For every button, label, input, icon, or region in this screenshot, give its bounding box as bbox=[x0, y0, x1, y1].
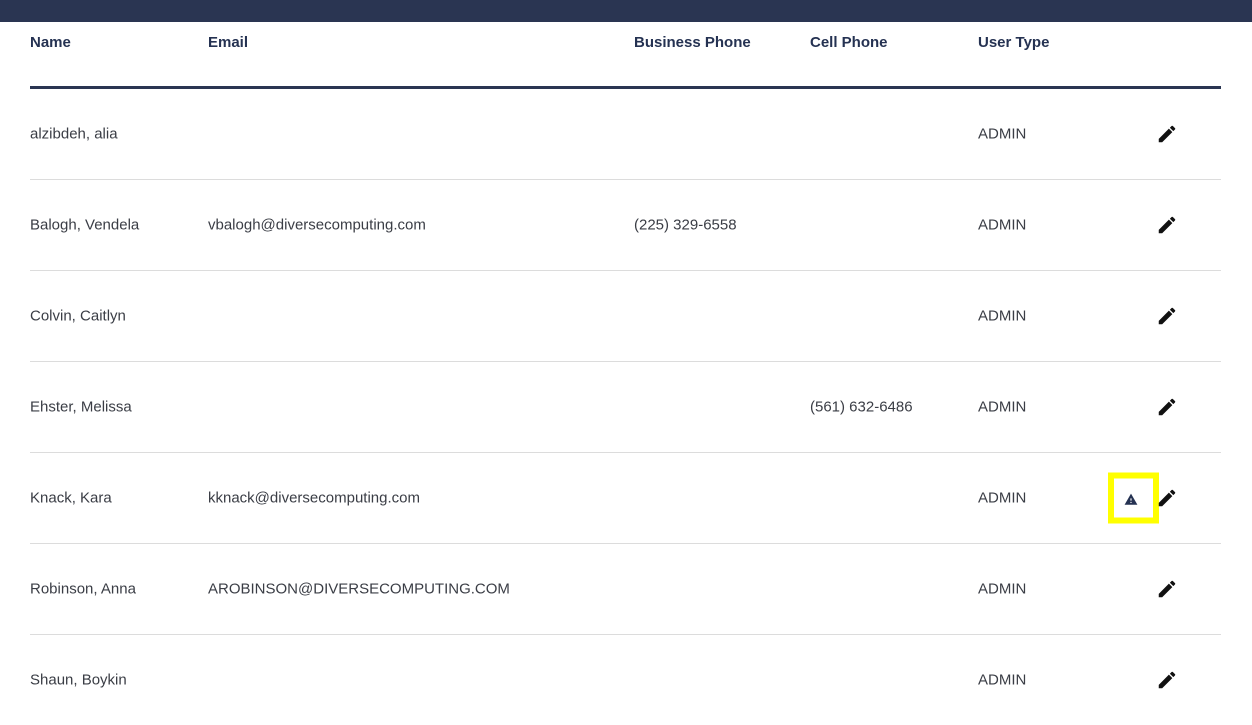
user-type: ADMIN bbox=[978, 307, 1027, 325]
table-row: Knack, Kara kknack@diversecomputing.com … bbox=[30, 453, 1221, 544]
column-header-user-type[interactable]: User Type bbox=[978, 34, 1049, 51]
user-type: ADMIN bbox=[978, 489, 1027, 507]
user-type: ADMIN bbox=[978, 398, 1027, 416]
top-navigation-bar bbox=[0, 0, 1252, 22]
table-header: Name Email Business Phone Cell Phone Use… bbox=[30, 22, 1221, 89]
user-business-phone: (225) 329-6558 bbox=[634, 216, 737, 234]
user-name: Shaun, Boykin bbox=[30, 671, 127, 689]
user-type: ADMIN bbox=[978, 216, 1027, 234]
user-type: ADMIN bbox=[978, 671, 1027, 689]
pencil-icon[interactable] bbox=[1156, 669, 1178, 691]
pencil-icon[interactable] bbox=[1156, 214, 1178, 236]
table-row: Colvin, Caitlyn ADMIN bbox=[30, 271, 1221, 362]
pencil-icon[interactable] bbox=[1156, 396, 1178, 418]
user-name: alzibdeh, alia bbox=[30, 125, 118, 143]
table-row: Balogh, Vendela vbalogh@diversecomputing… bbox=[30, 180, 1221, 271]
user-email: kknack@diversecomputing.com bbox=[208, 489, 420, 507]
column-header-cell-phone[interactable]: Cell Phone bbox=[810, 34, 888, 51]
pencil-icon[interactable] bbox=[1156, 305, 1178, 327]
users-table: Name Email Business Phone Cell Phone Use… bbox=[30, 22, 1221, 725]
user-name: Balogh, Vendela bbox=[30, 216, 140, 234]
warning-highlight-box[interactable] bbox=[1108, 472, 1159, 524]
pencil-icon[interactable] bbox=[1156, 123, 1178, 145]
column-header-email[interactable]: Email bbox=[208, 34, 248, 51]
table-row: Ehster, Melissa (561) 632-6486 ADMIN bbox=[30, 362, 1221, 453]
table-body: alzibdeh, alia ADMIN Balogh, Vendela vba… bbox=[30, 89, 1221, 725]
table-row: Robinson, Anna AROBINSON@DIVERSECOMPUTIN… bbox=[30, 544, 1221, 635]
warning-triangle-icon bbox=[1124, 493, 1137, 505]
user-name: Ehster, Melissa bbox=[30, 398, 132, 416]
pencil-icon[interactable] bbox=[1156, 578, 1178, 600]
user-email: AROBINSON@DIVERSECOMPUTING.COM bbox=[208, 580, 510, 598]
pencil-icon[interactable] bbox=[1156, 487, 1178, 509]
user-name: Colvin, Caitlyn bbox=[30, 307, 126, 325]
table-row: alzibdeh, alia ADMIN bbox=[30, 89, 1221, 180]
user-email: vbalogh@diversecomputing.com bbox=[208, 216, 426, 234]
column-header-name[interactable]: Name bbox=[30, 34, 71, 51]
table-row: Shaun, Boykin ADMIN bbox=[30, 635, 1221, 725]
user-type: ADMIN bbox=[978, 580, 1027, 598]
user-cell-phone: (561) 632-6486 bbox=[810, 398, 913, 416]
column-header-business-phone[interactable]: Business Phone bbox=[634, 34, 751, 51]
user-name: Knack, Kara bbox=[30, 489, 112, 507]
user-name: Robinson, Anna bbox=[30, 580, 136, 598]
user-type: ADMIN bbox=[978, 125, 1027, 143]
